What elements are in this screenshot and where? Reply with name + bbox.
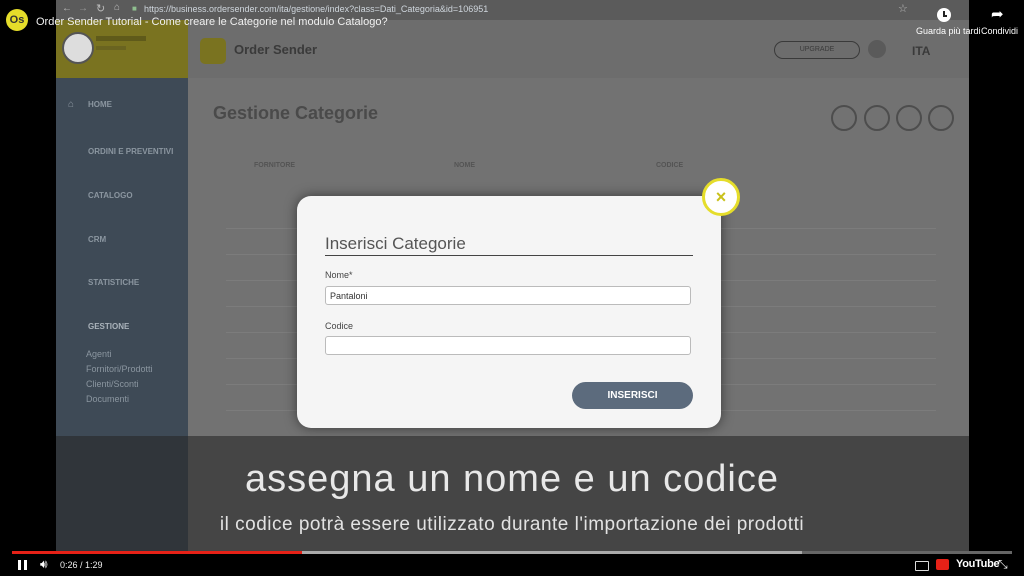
channel-avatar[interactable]: Os	[6, 9, 28, 31]
name-input[interactable]: Pantaloni	[325, 286, 691, 305]
pause-icon[interactable]	[18, 560, 21, 570]
search-circle-button[interactable]	[896, 105, 922, 131]
sidebar-subitem-clients[interactable]: Clienti/Sconti	[86, 379, 139, 389]
column-header-codice[interactable]: CODICE	[656, 162, 683, 169]
progress-played	[12, 551, 302, 554]
sidebar-item-crm[interactable]: CRM	[88, 235, 106, 244]
time-display: 0:26 / 1:29	[60, 560, 103, 570]
close-icon[interactable]: ×	[702, 178, 740, 216]
column-header-nome[interactable]: NOME	[454, 162, 475, 169]
language-selector[interactable]: ITA	[912, 44, 930, 58]
back-circle-button[interactable]	[831, 105, 857, 131]
lock-icon: ■	[132, 4, 137, 13]
avatar	[62, 32, 94, 64]
exit-fullscreen-icon[interactable]: ⤡	[998, 557, 1008, 572]
add-circle-button[interactable]	[864, 105, 890, 131]
caption-subtitle: il codice potrà essere utilizzato durant…	[219, 514, 805, 535]
share-label[interactable]: Condividi	[981, 26, 1018, 36]
name-field-label: Nome*	[325, 270, 353, 280]
video-title[interactable]: Order Sender Tutorial - Come creare le C…	[36, 16, 388, 28]
modal-divider	[325, 255, 693, 256]
app-logo-icon	[200, 38, 226, 64]
forward-icon: →	[78, 3, 88, 14]
insert-button[interactable]: INSERISCI	[572, 382, 693, 409]
share-icon[interactable]: ➦	[991, 5, 1004, 23]
settings-hd-icon[interactable]	[936, 559, 949, 570]
sidebar-subitem-agents[interactable]: Agenti	[86, 349, 112, 359]
user-profile-panel	[56, 20, 188, 78]
sidebar-item-stats[interactable]: STATISTICHE	[88, 278, 139, 287]
sidebar-item-catalog[interactable]: CATALOGO	[88, 191, 133, 200]
sidebar-subitem-suppliers[interactable]: Fornitori/Prodotti	[86, 364, 153, 374]
clock-icon[interactable]	[937, 8, 951, 22]
user-menu-icon[interactable]	[868, 40, 886, 58]
pause-icon-bar	[24, 560, 27, 570]
bookmark-star-icon: ☆	[898, 3, 908, 15]
back-icon: ←	[62, 3, 72, 14]
column-header-fornitore[interactable]: FORNITORE	[254, 162, 295, 169]
home-icon: ⌂	[114, 2, 121, 13]
volume-icon[interactable]: 🔊︎	[40, 557, 48, 572]
sidebar-item-management[interactable]: GESTIONE	[88, 322, 129, 331]
user-name-placeholder	[96, 36, 146, 41]
watch-later-label[interactable]: Guarda più tardi	[916, 26, 981, 36]
user-role-placeholder	[96, 46, 126, 50]
insert-category-modal: Inserisci Categorie Nome* Pantaloni Codi…	[297, 196, 721, 428]
upgrade-button[interactable]: UPGRADE	[774, 41, 860, 59]
home-icon: ⌂	[68, 99, 75, 110]
app-header: Order Sender UPGRADE ITA	[188, 20, 969, 78]
code-input[interactable]	[325, 336, 691, 355]
sidebar-item-home[interactable]: HOME	[88, 100, 112, 109]
url-text: https://business.ordersender.com/ita/ges…	[144, 4, 489, 14]
youtube-logo[interactable]: YouTube	[956, 558, 1000, 570]
app-brand: Order Sender	[234, 42, 318, 57]
sidebar-item-orders[interactable]: ORDINI E PREVENTIVI	[88, 147, 173, 156]
help-circle-button[interactable]	[928, 105, 954, 131]
modal-title: Inserisci Categorie	[325, 234, 466, 253]
code-field-label: Codice	[325, 321, 354, 331]
subtitles-icon[interactable]	[915, 561, 929, 571]
page-title: Gestione Categorie	[213, 103, 379, 123]
sidebar-subitem-documents[interactable]: Documenti	[86, 394, 129, 404]
reload-icon: ↻	[96, 3, 106, 15]
caption-title: assegna un nome e un codice	[244, 458, 780, 500]
